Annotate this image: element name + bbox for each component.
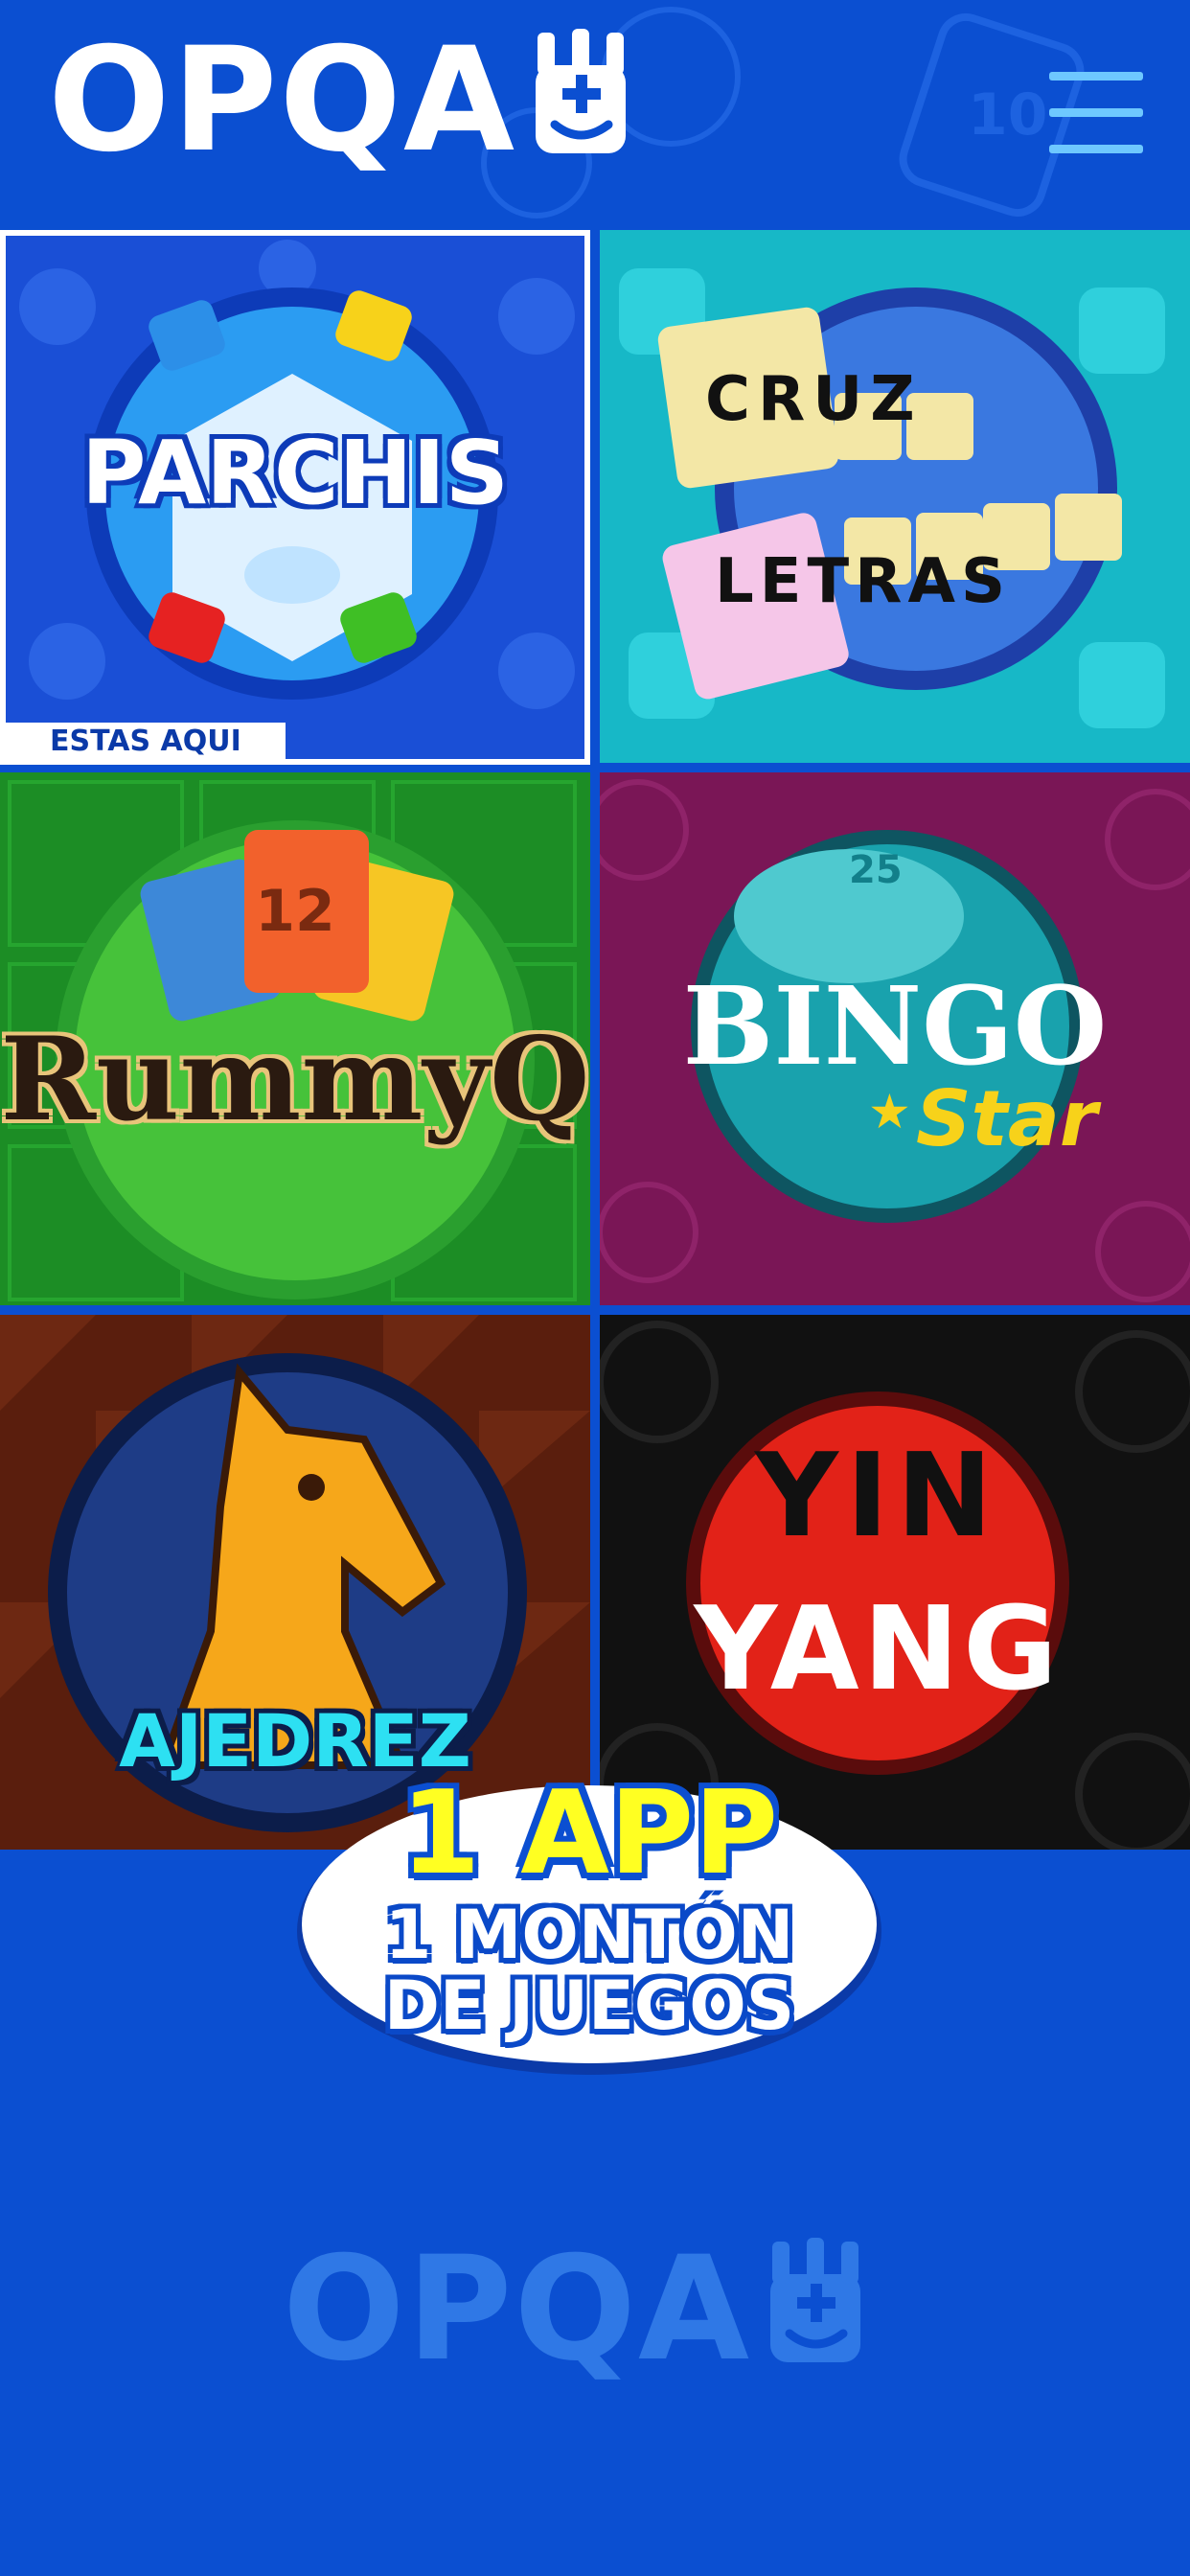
promo-line-2: 1 MONTÓN (384, 1896, 794, 1974)
yinyang-title-line2: YANG (694, 1583, 1062, 1716)
game-tile-bingo[interactable]: 25 BINGO ★ Star (600, 772, 1190, 1305)
game-tile-parchis[interactable]: PARCHIS ESTAS AQUI (0, 230, 590, 765)
rummyq-title: RummyQ (0, 1012, 590, 1147)
promo-bubble: 1 APP 1 MONTÓN DE JUEGOS (287, 1754, 891, 2099)
site-header: 10 OPQA (0, 0, 1190, 230)
star-icon: ★ (868, 1084, 911, 1139)
brand-logo[interactable]: OPQA (48, 29, 633, 172)
logo-text: OPQA (48, 17, 517, 184)
promo-line-1: 1 APP (400, 1767, 779, 1900)
rummyq-card-number: 12 (255, 878, 335, 945)
menu-bar (1049, 145, 1143, 153)
hamburger-menu-button[interactable] (1049, 72, 1143, 154)
cruzletras-title-line1: CRUZ (705, 364, 923, 435)
game-tile-cruzletras[interactable]: CRUZ LETRAS (600, 230, 1190, 763)
promo-line-3: DE JUEGOS (383, 1966, 795, 2045)
bingo-title: BINGO (682, 964, 1108, 1090)
game-tile-rummyq[interactable]: 12 RummyQ (0, 772, 590, 1305)
mascot-icon (536, 29, 627, 153)
menu-bar (1049, 108, 1143, 117)
footer-logo: OPQA (283, 2238, 868, 2381)
footer-logo-text: OPQA (283, 2226, 752, 2393)
svg-text:25: 25 (849, 848, 903, 892)
bingo-subtitle: Star (916, 1074, 1098, 1163)
you-are-here-badge: ESTAS AQUI (6, 723, 286, 761)
yinyang-title-line1: YIN (755, 1430, 1000, 1563)
menu-bar (1049, 72, 1143, 80)
footer-mascot-icon (770, 2238, 861, 2362)
parchis-title: PARCHIS (80, 422, 510, 524)
svg-text:10: 10 (968, 81, 1048, 149)
cruzletras-title-line2: LETRAS (715, 546, 1012, 617)
cruzletras-artwork (600, 230, 1190, 763)
